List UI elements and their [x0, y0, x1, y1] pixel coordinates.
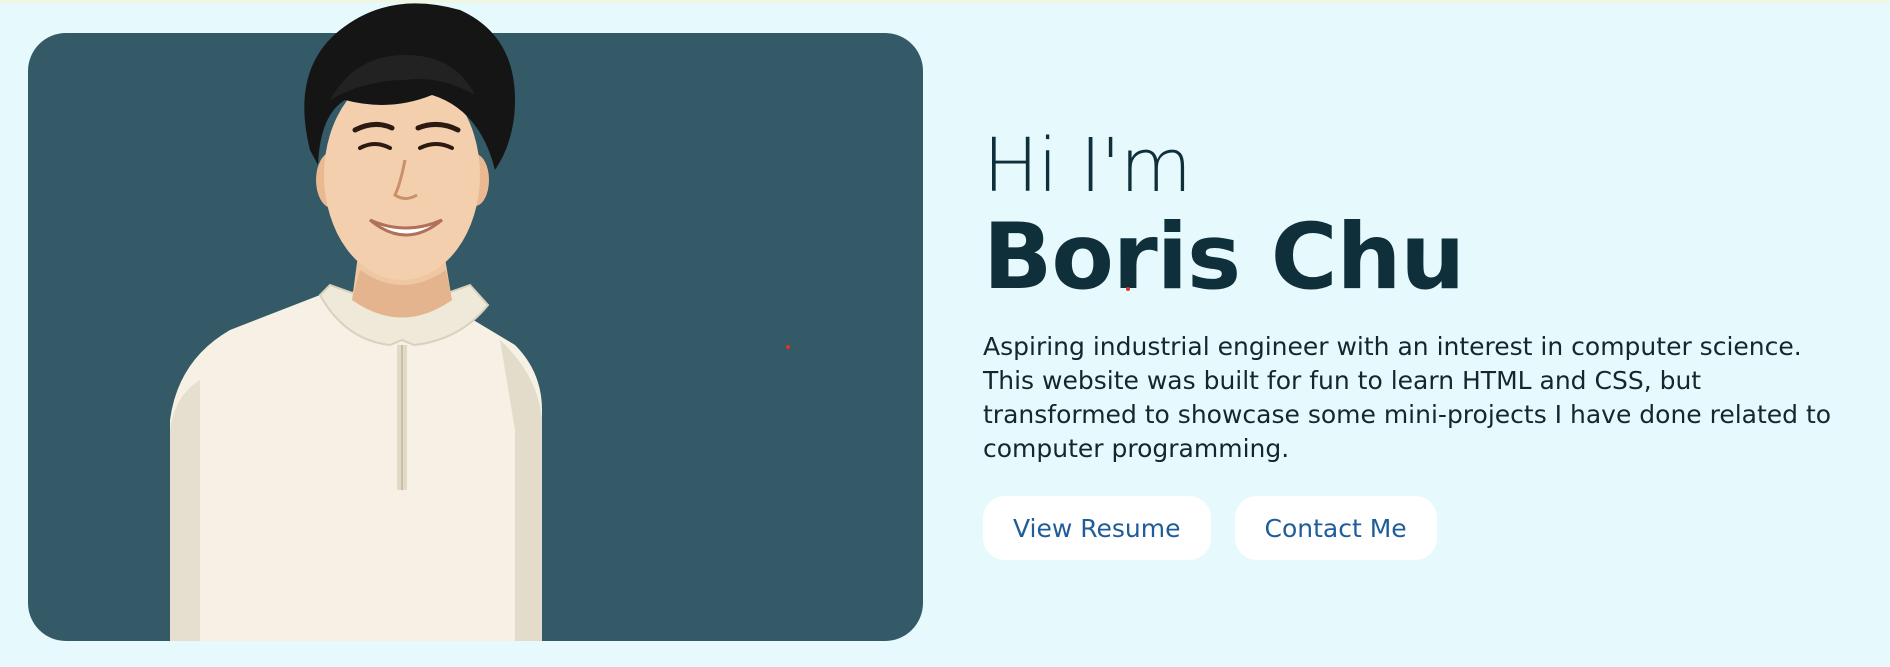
view-resume-button[interactable]: View Resume — [983, 496, 1211, 560]
bio-paragraph: Aspiring industrial engineer with an int… — [983, 332, 1832, 463]
intro-section: Hi I'm Boris Chu Aspiring industrial eng… — [983, 124, 1833, 560]
profile-photo — [170, 0, 632, 641]
name-heading: Boris Chu — [983, 205, 1465, 310]
hero-actions: View Resume Contact Me — [983, 496, 1833, 560]
greeting-text: Hi I'm — [983, 123, 1192, 209]
decorative-dot — [786, 345, 790, 349]
decorative-dot — [1126, 287, 1130, 291]
contact-me-button[interactable]: Contact Me — [1234, 496, 1437, 560]
